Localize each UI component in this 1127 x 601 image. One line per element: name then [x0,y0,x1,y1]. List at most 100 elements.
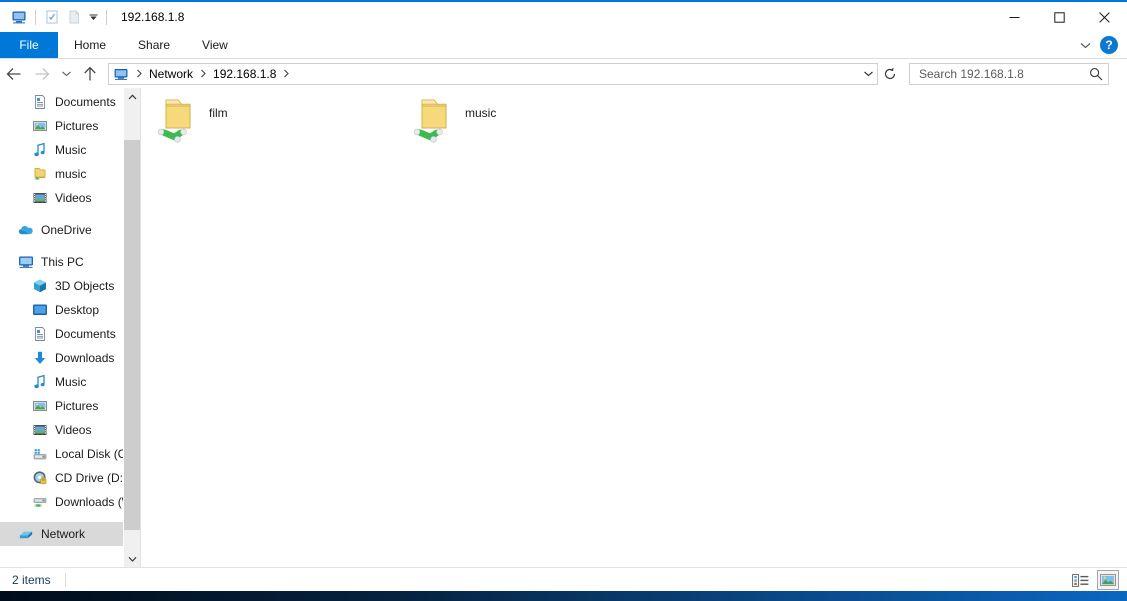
window-title: 192.168.1.8 [121,10,185,24]
sidebar-item-documents-quick[interactable]: Documents [0,90,140,114]
pictures-icon [32,398,48,414]
network-icon [18,526,34,542]
file-name: film [209,106,228,120]
sidebar-label: Local Disk (C:) [55,447,134,461]
navigation-list: Documents Pictures Music music Videos On… [0,88,140,546]
sidebar-item-videos-pc[interactable]: Videos [0,418,140,442]
sidebar-item-network[interactable]: Network [0,522,140,546]
tab-file[interactable]: File [0,32,58,58]
sidebar-scrollbar[interactable] [123,88,140,567]
documents-icon [32,326,48,342]
sidebar-label: Pictures [55,119,99,133]
file-item[interactable]: film [151,92,407,150]
sidebar-label: This PC [41,255,84,269]
maximize-button[interactable] [1037,2,1082,32]
sidebar-label: Downloads [55,351,115,365]
close-button[interactable] [1082,2,1127,32]
navigation-pane: Documents Pictures Music music Videos On… [0,88,140,567]
file-item[interactable]: music [407,92,663,150]
sidebar-item-videos-quick[interactable]: Videos [0,186,140,210]
address-dropdown-icon[interactable] [859,64,877,84]
view-toggle-group [1069,570,1119,590]
scroll-up-arrow-icon[interactable] [124,88,140,105]
toolbar-divider-1 [35,9,36,25]
recent-locations-button[interactable] [56,60,76,88]
3d-objects-icon [32,278,48,294]
sidebar-item-pictures-pc[interactable]: Pictures [0,394,140,418]
title-bar: 192.168.1.8 [0,2,1127,32]
sidebar-item-pictures-quick[interactable]: Pictures [0,114,140,138]
cd-drive-icon [32,470,48,486]
address-bar-row: Network 192.168.1.8 [0,59,1127,88]
breadcrumb-network[interactable]: Network [146,64,196,84]
sidebar-gap-3 [0,514,140,522]
sidebar-item-downloads[interactable]: Downloads [0,346,140,370]
breadcrumb-separator-3[interactable] [279,64,293,84]
properties-checkbox-icon[interactable] [41,6,63,28]
sidebar-item-documents-pc[interactable]: Documents [0,322,140,346]
downloads-arrow-icon [32,350,48,366]
toolbar-divider-2 [106,9,107,25]
network-folder-icon [32,166,48,182]
item-count-label: 2 items [12,573,51,587]
sidebar-item-3d-objects[interactable]: 3D Objects [0,274,140,298]
sidebar-item-onedrive[interactable]: OneDrive [0,218,140,242]
sidebar-item-desktop[interactable]: Desktop [0,298,140,322]
tab-home[interactable]: Home [58,32,122,58]
refresh-icon[interactable] [879,63,901,85]
sidebar-item-cd-drive-d[interactable]: CD Drive (D:) Vir [0,466,140,490]
forward-button[interactable] [28,60,56,88]
desktop-icon [32,302,48,318]
sidebar-item-local-disk-c[interactable]: Local Disk (C:) [0,442,140,466]
pictures-icon [32,118,48,134]
breadcrumb-separator-2[interactable] [196,64,210,84]
sidebar-item-music-quick[interactable]: Music [0,138,140,162]
quick-access-dropdown-icon[interactable] [85,6,101,28]
sidebar-label: Videos [55,423,92,437]
sidebar-label: OneDrive [41,223,92,237]
minimize-button[interactable] [992,2,1037,32]
up-button[interactable] [76,60,104,88]
sidebar-label: 3D Objects [55,279,115,293]
sidebar-label: Videos [55,191,92,205]
file-explorer-window: 192.168.1.8 File Home Share View ? Netwo… [0,0,1127,601]
scrollbar-thumb[interactable] [124,140,140,530]
sidebar-label: Documents [55,95,116,109]
sidebar-item-downloads-network[interactable]: Downloads (\\VB [0,490,140,514]
explorer-body: Documents Pictures Music music Videos On… [0,88,1127,567]
breadcrumb-host[interactable]: 192.168.1.8 [210,64,279,84]
back-button[interactable] [0,60,28,88]
breadcrumb-separator-1[interactable] [132,64,146,84]
details-view-button[interactable] [1069,570,1091,590]
sidebar-item-music-network[interactable]: music [0,162,140,186]
sidebar-label: Music [55,143,87,157]
chevron-down-icon[interactable] [1074,34,1096,56]
address-bar[interactable]: Network 192.168.1.8 [108,62,878,85]
monitor-icon[interactable] [8,6,30,28]
sidebar-item-music-pc[interactable]: Music [0,370,140,394]
onedrive-cloud-icon [18,222,34,238]
address-computer-icon[interactable] [110,64,132,84]
file-list-pane[interactable]: film music [141,88,1127,567]
hard-drive-icon [32,446,48,462]
window-controls [992,2,1127,32]
large-icons-view-button[interactable] [1097,570,1119,590]
ribbon-tab-bar: File Home Share View ? [0,32,1127,59]
tab-share[interactable]: Share [122,32,186,58]
file-name: music [465,106,497,120]
ribbon-right-controls: ? [1074,32,1123,58]
search-box[interactable] [909,62,1109,85]
documents-icon [32,94,48,110]
sidebar-label: music [55,167,87,181]
sidebar-item-this-pc[interactable]: This PC [0,250,140,274]
scroll-down-arrow-icon[interactable] [124,550,140,567]
help-icon[interactable]: ? [1100,36,1118,54]
sidebar-label: Pictures [55,399,99,413]
network-share-folder-icon [153,94,203,148]
sidebar-gap-1 [0,210,140,218]
desktop-background-strip [0,591,1127,601]
network-share-folder-icon [409,94,459,148]
new-folder-icon[interactable] [63,6,85,28]
tab-view[interactable]: View [186,32,244,58]
search-input[interactable] [917,65,1089,82]
